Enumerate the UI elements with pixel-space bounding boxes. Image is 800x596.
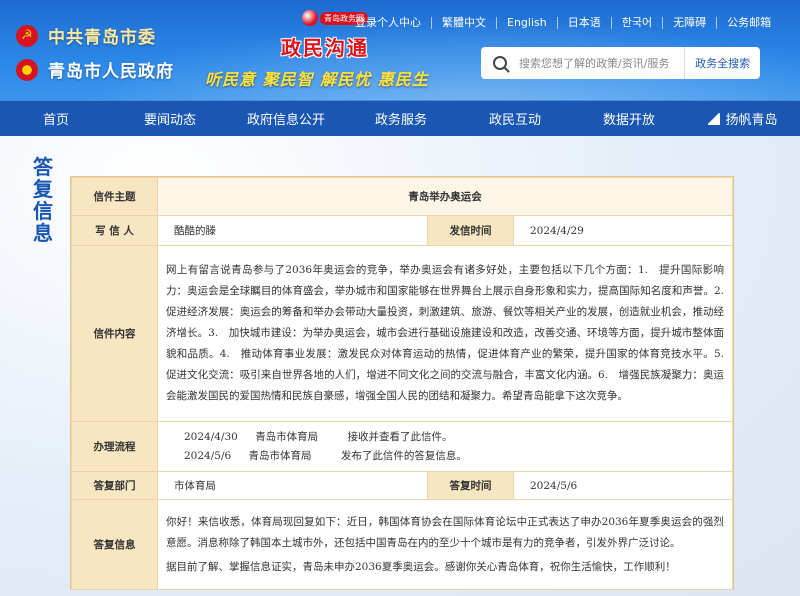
- reply-dept-label: 答复部门: [71, 471, 158, 500]
- reply-dept-value: 市体育局: [157, 471, 428, 500]
- letter-panel: 信件主题 青岛举办奥运会 写 信 人 酷酷的滕 发信时间 2024/4/29 信…: [70, 176, 735, 590]
- subject-label: 信件主题: [71, 177, 158, 216]
- nav-yangfan-qingdao[interactable]: 扬帆青岛: [686, 109, 800, 128]
- process-action: 接收并查看了此信件。: [347, 430, 453, 443]
- globe-icon: [302, 10, 318, 26]
- reply-paragraph: 你好！来信收悉，体育局现回复如下：近日，韩国体育协会在国际体育论坛中正式表达了申…: [166, 515, 724, 549]
- subject-value: 青岛举办奥运会: [157, 177, 733, 216]
- search-input[interactable]: [519, 56, 685, 70]
- national-emblem-icon: [16, 58, 38, 81]
- reply-time-label: 答复时间: [427, 471, 514, 500]
- link-login[interactable]: 登录个人中心: [355, 17, 431, 29]
- process-step: 2024/5/6 青岛市体育局 发布了此信件的答复信息。: [158, 447, 732, 466]
- content-label: 信件内容: [71, 245, 158, 422]
- reply-cell: 你好！来信收悉，体育局现回复如下：近日，韩国体育协会在国际体育论坛中正式表达了申…: [157, 499, 733, 590]
- row-process: 办理流程 2024/4/30 青岛市体育局 接收并查看了此信件。 2024/5/…: [71, 421, 733, 472]
- process-label: 办理流程: [71, 421, 158, 472]
- org-gov-link[interactable]: 青岛市人民政府: [16, 57, 174, 82]
- link-official-mail[interactable]: 公务邮箱: [716, 17, 781, 29]
- nav-news[interactable]: 要闻动态: [112, 109, 228, 128]
- nav-yangfan-label: 扬帆青岛: [725, 113, 778, 128]
- letter-table: 信件主题 青岛举办奥运会 写 信 人 酷酷的滕 发信时间 2024/4/29 信…: [71, 177, 735, 590]
- process-step: 2024/4/30 青岛市体育局 接收并查看了此信件。: [158, 428, 732, 447]
- search-box: 政务全搜索: [481, 47, 760, 79]
- sent-time-value: 2024/4/29: [513, 215, 733, 246]
- row-reply-meta: 答复部门 市体育局 答复时间 2024/5/6: [71, 471, 733, 500]
- org-gov-name: 青岛市人民政府: [48, 62, 174, 82]
- letter-content: 网上有留言说青岛参与了2036年奥运会的竞争，举办奥运会有诸多好处，主要包括以下…: [166, 264, 735, 402]
- site-header: ☭ 中共青岛市委 青岛市人民政府 青岛政务网 政民沟通 听民意 聚民智 解民忧 …: [0, 0, 800, 100]
- sail-icon: [708, 113, 721, 125]
- side-title: 答复信息: [33, 155, 53, 245]
- writer-label: 写 信 人: [71, 215, 158, 246]
- link-korean[interactable]: 한국어: [610, 17, 662, 29]
- process-dept: 青岛市体育局: [255, 430, 319, 443]
- content-cell: 网上有留言说青岛参与了2036年奥运会的竞争，举办奥运会有诸多好处，主要包括以下…: [157, 245, 735, 422]
- nav-gov-service[interactable]: 政务服务: [344, 109, 458, 128]
- process-dept: 青岛市体育局: [248, 449, 312, 462]
- process-cell: 2024/4/30 青岛市体育局 接收并查看了此信件。 2024/5/6 青岛市…: [157, 421, 733, 472]
- nav-interaction[interactable]: 政民互动: [458, 109, 572, 128]
- nav-home[interactable]: 首页: [0, 109, 112, 128]
- link-english[interactable]: English: [496, 17, 557, 29]
- reply-label: 答复信息: [71, 499, 158, 590]
- process-date: 2024/5/6: [184, 449, 232, 462]
- row-subject: 信件主题 青岛举办奥运会: [71, 177, 733, 216]
- content-area: 答复信息 信件主题 青岛举办奥运会 写 信 人 酷酷的滕 发信时间 2024/4…: [0, 136, 800, 596]
- search-button[interactable]: 政务全搜索: [684, 47, 760, 79]
- party-emblem-icon: ☭: [16, 24, 38, 47]
- main-nav: 首页 要闻动态 政府信息公开 政务服务 政民互动 数据开放 扬帆青岛: [0, 100, 800, 136]
- row-content: 信件内容 网上有留言说青岛参与了2036年奥运会的竞争，举办奥运会有诸多好处，主…: [71, 245, 735, 422]
- link-japanese[interactable]: 日本语: [556, 17, 611, 29]
- link-traditional-chinese[interactable]: 繁體中文: [431, 17, 496, 29]
- org-party-name: 中共青岛市委: [48, 28, 156, 48]
- logo-title: 政民沟通: [281, 36, 369, 60]
- process-date: 2024/4/30: [184, 430, 238, 443]
- nav-gov-info[interactable]: 政府信息公开: [228, 109, 344, 128]
- row-writer: 写 信 人 酷酷的滕 发信时间 2024/4/29: [71, 215, 733, 246]
- org-party-link[interactable]: ☭ 中共青岛市委: [16, 23, 156, 48]
- reply-paragraph-2: 据目前了解、掌握信息证实，青岛未申办2036夏季奥运会。感谢你关心青岛体育，祝你…: [166, 560, 676, 573]
- process-action: 发布了此信件的答复信息。: [340, 449, 467, 462]
- writer-value: 酷酷的滕: [157, 215, 428, 246]
- row-reply: 答复信息 你好！来信收悉，体育局现回复如下：近日，韩国体育协会在国际体育论坛中正…: [71, 499, 733, 590]
- link-accessibility[interactable]: 无障碍: [662, 17, 716, 29]
- reply-time-value: 2024/5/6: [513, 471, 733, 500]
- slogan: 听民意 聚民智 解民忧 惠民生: [205, 70, 429, 89]
- search-icon: [493, 56, 507, 70]
- top-links: 登录个人中心 繁體中文 English 日本语 한국어 无障碍 公务邮箱: [355, 17, 781, 29]
- sent-time-label: 发信时间: [427, 215, 514, 246]
- nav-open-data[interactable]: 数据开放: [572, 109, 686, 128]
